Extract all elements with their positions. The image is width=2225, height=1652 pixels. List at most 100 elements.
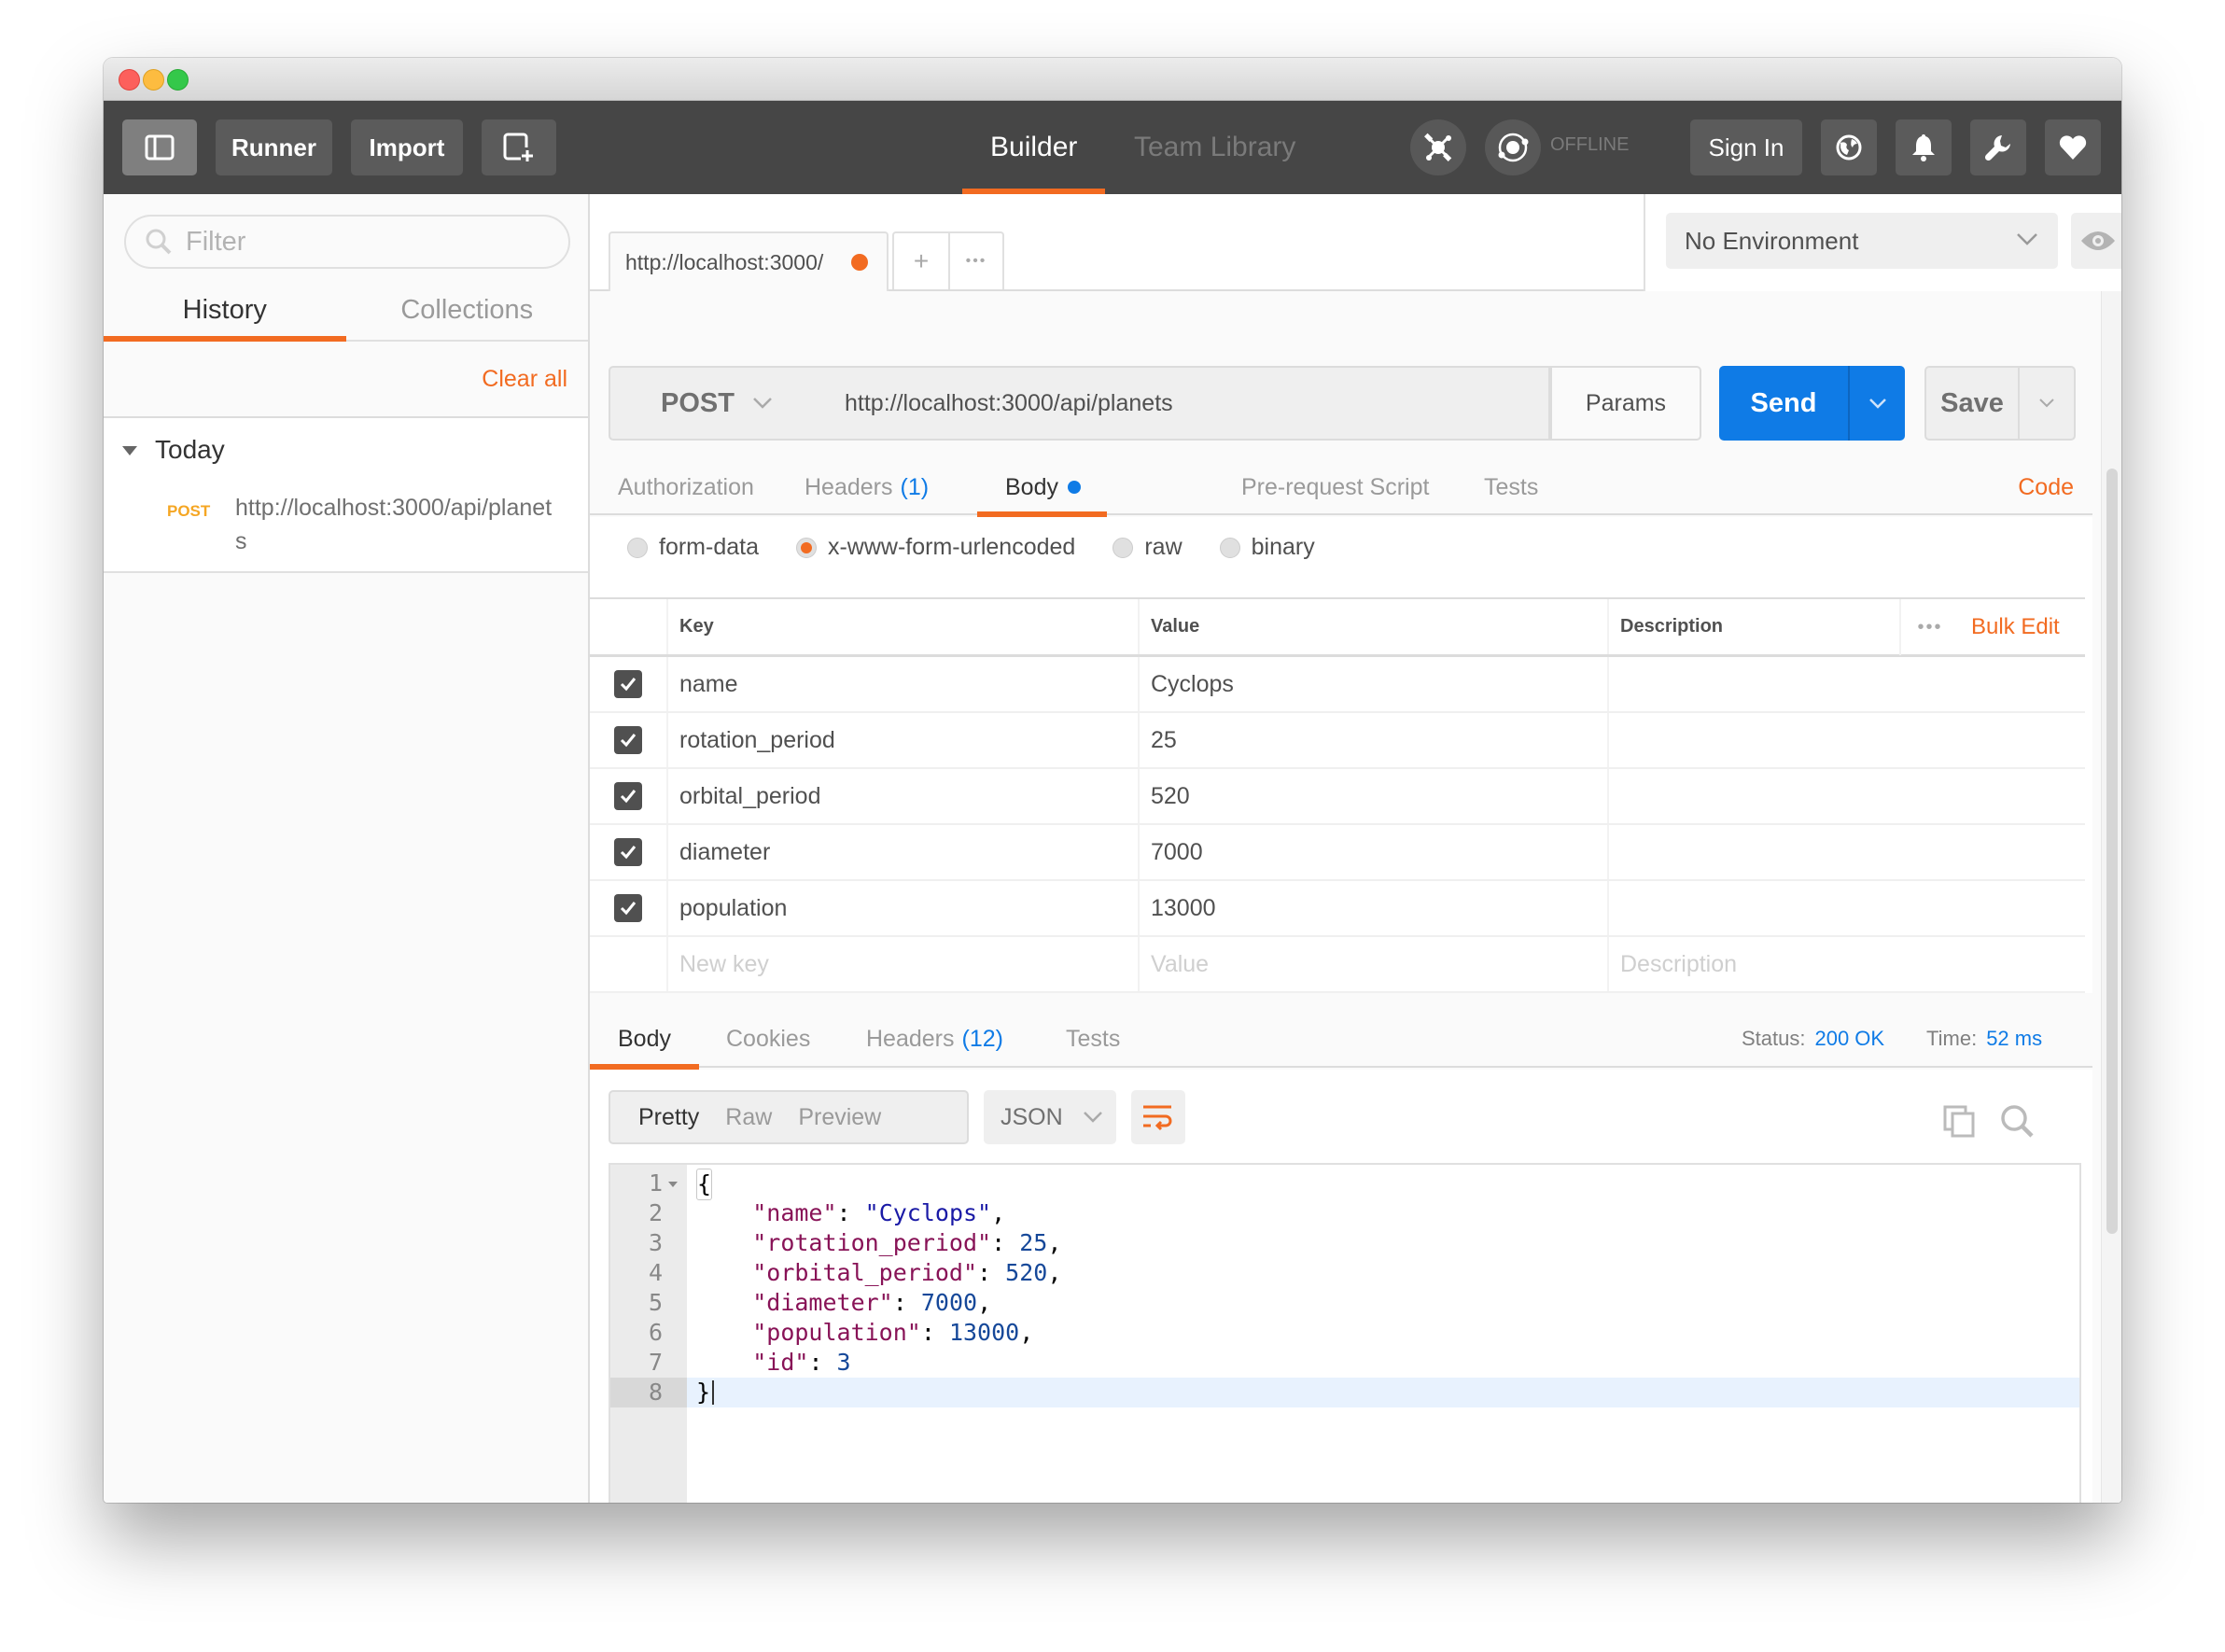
- save-options-button[interactable]: [2018, 368, 2074, 439]
- row-key[interactable]: population: [668, 881, 1140, 935]
- tab-authorization[interactable]: Authorization: [618, 459, 754, 515]
- method-select[interactable]: POST: [609, 366, 826, 441]
- bulk-edit-link[interactable]: Bulk Edit: [1971, 614, 2060, 640]
- close-window-button[interactable]: [119, 69, 140, 91]
- tab-team-library[interactable]: Team Library: [1106, 101, 1323, 194]
- tab-collections[interactable]: Collections: [346, 284, 589, 340]
- row-key[interactable]: rotation_period: [668, 713, 1140, 767]
- import-button[interactable]: Import: [351, 119, 463, 175]
- runner-button[interactable]: Runner: [216, 119, 332, 175]
- new-key-input[interactable]: New key: [668, 937, 1140, 991]
- row-description[interactable]: [1609, 657, 2085, 711]
- row-description[interactable]: [1609, 769, 2085, 823]
- row-description[interactable]: [1609, 713, 2085, 767]
- send-options-button[interactable]: [1848, 366, 1905, 441]
- filter-field[interactable]: [124, 215, 570, 269]
- code-text: "name": "Cyclops",: [752, 1199, 1006, 1226]
- environment-select[interactable]: No Environment: [1666, 213, 2058, 269]
- generate-code-link[interactable]: Code: [2018, 474, 2074, 501]
- settings-button[interactable]: [1970, 119, 2026, 175]
- response-tab-body[interactable]: Body: [590, 1010, 699, 1070]
- tab-pre-request-script[interactable]: Pre-request Script: [1241, 459, 1429, 515]
- row-key[interactable]: name: [668, 657, 1140, 711]
- new-window-button[interactable]: [482, 119, 556, 175]
- scrollbar-thumb[interactable]: [2106, 469, 2118, 1234]
- radio-raw[interactable]: raw: [1112, 534, 1182, 561]
- collapse-triangle-icon[interactable]: [122, 446, 137, 455]
- line-number: 3: [648, 1229, 663, 1256]
- radio-x-www-form-urlencoded[interactable]: x-www-form-urlencoded: [795, 534, 1075, 561]
- json-key: "rotation_period": [752, 1229, 992, 1256]
- new-tab-button[interactable]: +: [894, 233, 948, 289]
- save-button[interactable]: Save: [1926, 368, 2018, 439]
- view-preview-button[interactable]: Preview: [798, 1104, 881, 1131]
- tab-more-button[interactable]: •••: [948, 233, 1002, 289]
- history-item-url[interactable]: http://localhost:3000/api/planets: [235, 491, 562, 558]
- row-value[interactable]: Cyclops: [1140, 657, 1609, 711]
- radio-circle[interactable]: [1219, 537, 1240, 558]
- tab-headers[interactable]: Headers (1): [805, 459, 929, 515]
- response-tab-headers[interactable]: Headers (12): [866, 1010, 1003, 1068]
- clear-all-link[interactable]: Clear all: [482, 366, 567, 393]
- radio-binary[interactable]: binary: [1219, 534, 1315, 561]
- response-tab-headers-label: Headers: [866, 1025, 955, 1052]
- tab-history[interactable]: History: [104, 284, 346, 342]
- sync-button[interactable]: [1485, 119, 1541, 175]
- radio-circle[interactable]: [627, 537, 648, 558]
- row-checkbox[interactable]: [614, 782, 642, 810]
- row-value[interactable]: 13000: [1140, 881, 1609, 935]
- send-button[interactable]: Send: [1719, 366, 1848, 441]
- view-mode-toggle: Pretty Raw Preview: [609, 1090, 969, 1144]
- globe-button[interactable]: [1821, 119, 1877, 175]
- radio-circle[interactable]: [1112, 537, 1134, 558]
- format-select[interactable]: JSON: [984, 1090, 1116, 1144]
- tab-builder[interactable]: Builder: [962, 101, 1106, 194]
- row-value[interactable]: 25: [1140, 713, 1609, 767]
- row-key[interactable]: diameter: [668, 825, 1140, 879]
- request-tab[interactable]: http://localhost:3000/: [609, 231, 889, 291]
- search-icon[interactable]: [1999, 1103, 2035, 1139]
- sign-in-button[interactable]: Sign In: [1690, 119, 1802, 175]
- radio-circle-selected[interactable]: [795, 537, 817, 558]
- view-raw-button[interactable]: Raw: [725, 1104, 772, 1131]
- wrap-lines-button[interactable]: [1131, 1090, 1185, 1144]
- tab-tests[interactable]: Tests: [1484, 459, 1538, 515]
- notifications-button[interactable]: [1896, 119, 1952, 175]
- support-button[interactable]: [2045, 119, 2101, 175]
- tab-body[interactable]: Body: [977, 459, 1107, 517]
- fold-toggle-icon[interactable]: [668, 1182, 678, 1187]
- row-checkbox[interactable]: [614, 894, 642, 922]
- row-description[interactable]: [1609, 825, 2085, 879]
- row-checkbox[interactable]: [614, 670, 642, 698]
- main-scrollbar[interactable]: [2101, 291, 2121, 1503]
- response-tab-cookies[interactable]: Cookies: [726, 1010, 810, 1068]
- copy-icon[interactable]: [1943, 1105, 1977, 1139]
- response-tab-tests[interactable]: Tests: [1066, 1010, 1120, 1068]
- view-pretty-button[interactable]: Pretty: [610, 1104, 699, 1131]
- row-checkbox[interactable]: [614, 838, 642, 866]
- new-value-input[interactable]: Value: [1140, 937, 1609, 991]
- chevron-down-icon: [2039, 399, 2054, 408]
- send-button-group: Send: [1719, 366, 1905, 441]
- new-description-input[interactable]: Description: [1609, 937, 2085, 991]
- minimize-window-button[interactable]: [143, 69, 164, 91]
- history-group-label[interactable]: Today: [155, 435, 225, 465]
- params-button[interactable]: Params: [1550, 366, 1701, 441]
- url-input[interactable]: [824, 366, 1550, 441]
- code-text: "orbital_period": 520,: [752, 1259, 1062, 1286]
- filter-input[interactable]: [186, 226, 540, 258]
- radio-form-data[interactable]: form-data: [627, 534, 759, 561]
- maximize-window-button[interactable]: [167, 69, 189, 91]
- row-checkbox[interactable]: [614, 726, 642, 754]
- sidebar-toggle-button[interactable]: [122, 119, 197, 175]
- table-options-button[interactable]: •••: [1899, 599, 1959, 655]
- environment-quick-look-button[interactable]: [2071, 213, 2121, 269]
- json-comma: ,: [1047, 1259, 1062, 1286]
- interceptor-button[interactable]: [1410, 119, 1466, 175]
- row-value[interactable]: 520: [1140, 769, 1609, 823]
- row-value[interactable]: 7000: [1140, 825, 1609, 879]
- row-description[interactable]: [1609, 881, 2085, 935]
- response-code-editor[interactable]: 1{2 "name": "Cyclops", 3 "rotation_period…: [609, 1163, 2081, 1503]
- checkmark-icon: [620, 846, 637, 860]
- row-key[interactable]: orbital_period: [668, 769, 1140, 823]
